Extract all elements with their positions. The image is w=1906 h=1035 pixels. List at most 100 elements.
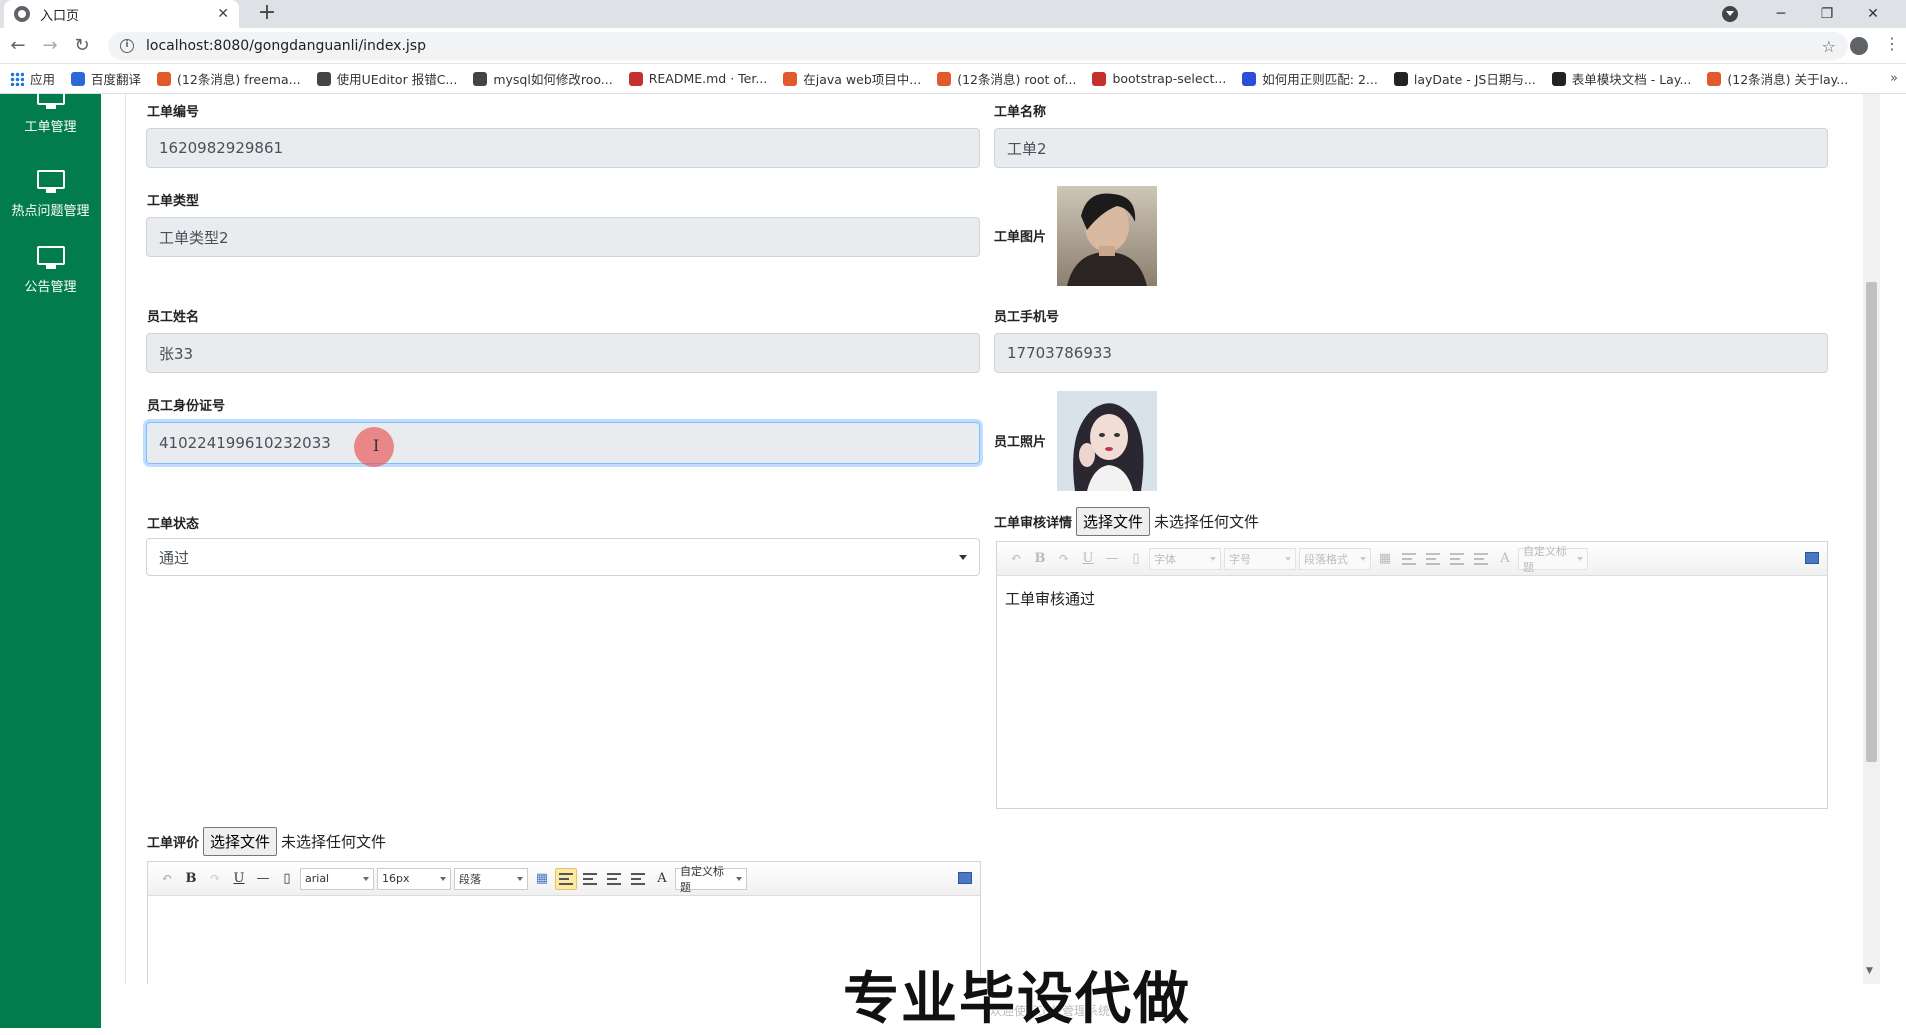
font-family-select[interactable]: 字体 [1149,547,1221,570]
redo-icon[interactable]: ↷ [204,868,226,890]
account-icon[interactable] [1850,37,1868,55]
forward-icon[interactable]: → [38,34,62,58]
emp-photo [1057,391,1157,491]
order-status-label: 工单状态 [147,517,200,532]
sidebar-item-hot-issues[interactable]: 热点问题管理 [0,170,101,219]
align-center-icon[interactable] [1422,548,1444,570]
bookmark-item[interactable]: mysql如何修改roo... [473,69,613,88]
bookmark-label: (12条消息) 关于lay... [1727,72,1849,87]
bookmark-item[interactable]: 表单模块文档 - Lay... [1551,69,1692,88]
fullscreen-icon[interactable] [1805,552,1819,564]
custom-title-value: 自定义标题 [680,864,724,894]
emp-phone-field[interactable]: 17703786933 [994,333,1828,373]
bookmark-favicon-icon [628,71,643,86]
font-family-value: 字体 [1154,552,1176,566]
redo-icon[interactable]: ↷ [1053,548,1075,570]
review-file-button[interactable]: 选择文件 [1076,507,1151,536]
bold-icon[interactable]: B [180,868,202,890]
justify-icon[interactable] [1470,548,1492,570]
browser-tab[interactable]: 入口页 ✕ [4,0,239,28]
font-size-select[interactable]: 字号 [1224,547,1296,570]
back-icon[interactable]: ← [6,34,30,58]
bookmark-item[interactable]: (12条消息) 关于lay... [1707,69,1848,88]
bookmark-item[interactable]: 如何用正则匹配: 2... [1242,69,1378,88]
profile-dropdown-icon[interactable] [1722,6,1738,22]
bookmark-label: (12条消息) freema... [177,72,301,87]
apps-grid-icon [10,71,24,86]
align-right-icon[interactable] [1446,548,1468,570]
minimize-icon[interactable]: ─ [1758,6,1804,22]
bookmarks-more-icon[interactable]: » [1890,71,1898,86]
scrollbar-thumb[interactable] [1866,282,1877,762]
bookmark-label: mysql如何修改roo... [493,72,613,87]
bookmark-item[interactable]: (12条消息) root of... [937,69,1076,88]
custom-title-select[interactable]: 自定义标题 [675,865,747,894]
order-name-field[interactable]: 工单2 [994,128,1828,168]
custom-title-value: 自定义标题 [1523,544,1567,574]
horizontal-rule-icon[interactable]: — [1101,548,1123,570]
bookmark-label: 百度翻译 [91,72,142,87]
emp-phone-label: 员工手机号 [994,310,1060,325]
review-editor-content[interactable]: 工单审核通过 [997,576,1827,621]
table-icon[interactable]: ▦ [531,868,553,890]
undo-icon[interactable]: ↶ [1005,548,1027,570]
bookmark-item[interactable]: layDate - JS日期与... [1393,69,1536,88]
close-tab-icon[interactable]: ✕ [217,6,229,22]
bookmark-item[interactable]: 百度翻译 [71,69,141,88]
custom-title-select[interactable]: 自定义标题 [1518,545,1588,574]
order-image [1057,186,1157,286]
bookmark-item[interactable]: README.md · Ter... [628,71,767,86]
scroll-down-icon[interactable]: ▼ [1866,966,1873,976]
reload-icon[interactable]: ↻ [70,34,94,58]
font-size-select[interactable]: 16px [377,867,451,890]
order-type-field[interactable]: 工单类型2 [146,217,980,257]
font-color-icon[interactable]: A [1494,548,1516,570]
new-tab-button[interactable]: + [255,2,279,24]
align-left-icon[interactable] [555,867,577,890]
clear-icon[interactable]: ▯ [276,868,298,890]
close-window-icon[interactable]: ✕ [1850,6,1896,22]
order-status-select[interactable]: 通过 [146,538,980,576]
emp-name-field[interactable]: 张33 [146,333,980,373]
restore-icon[interactable]: ❐ [1804,6,1850,22]
align-center-icon[interactable] [579,868,601,890]
font-family-select[interactable]: arial [300,867,374,890]
font-color-icon[interactable]: A [651,868,673,890]
undo-icon[interactable]: ↶ [156,868,178,890]
browser-menu-icon[interactable]: ⋮ [1884,34,1900,53]
bookmark-item[interactable]: (12条消息) freema... [157,69,301,88]
bookmark-item[interactable]: 在java web项目中... [783,69,921,88]
underline-icon[interactable]: U [1077,548,1099,570]
url-input[interactable]: i localhost:8080/gongdanguanli/index.jsp… [108,32,1848,60]
underline-icon[interactable]: U [228,868,250,890]
bookmark-label: 如何用正则匹配: 2... [1262,72,1378,87]
bookmark-item[interactable]: bootstrap-select... [1092,71,1226,86]
sidebar-item-label: 工单管理 [24,120,77,135]
bookmark-label: 在java web项目中... [803,72,922,87]
align-right-icon[interactable] [603,868,625,890]
font-size-value: 16px [382,872,410,885]
bookmark-star-icon[interactable]: ☆ [1822,37,1836,56]
evaluation-file-button[interactable]: 选择文件 [203,827,278,856]
order-no-field[interactable]: 1620982929861 [146,128,980,168]
align-left-icon[interactable] [1398,548,1420,570]
emp-id-field[interactable]: 410224199610232033 [146,422,980,464]
paragraph-select[interactable]: 段落 [454,867,528,890]
bookmark-item[interactable]: 使用UEditor 报错C... [316,69,457,88]
evaluation-editor-content[interactable] [148,896,980,920]
table-icon[interactable]: ▦ [1374,548,1396,570]
tab-title: 入口页 [40,8,80,24]
paragraph-select[interactable]: 段落格式 [1299,547,1371,570]
bookmark-label: 表单模块文档 - Lay... [1571,72,1692,87]
order-no-label: 工单编号 [147,105,200,120]
clear-icon[interactable]: ▯ [1125,548,1147,570]
horizontal-rule-icon[interactable]: — [252,868,274,890]
sidebar-item-orders[interactable]: 工单管理 [0,86,101,135]
font-size-value: 字号 [1229,552,1251,566]
text-cursor-icon: I [373,436,380,455]
bold-icon[interactable]: B [1029,548,1051,570]
sidebar-item-notices[interactable]: 公告管理 [0,246,101,295]
fullscreen-icon[interactable] [958,872,972,884]
site-info-icon[interactable]: i [120,39,134,53]
justify-icon[interactable] [627,868,649,890]
